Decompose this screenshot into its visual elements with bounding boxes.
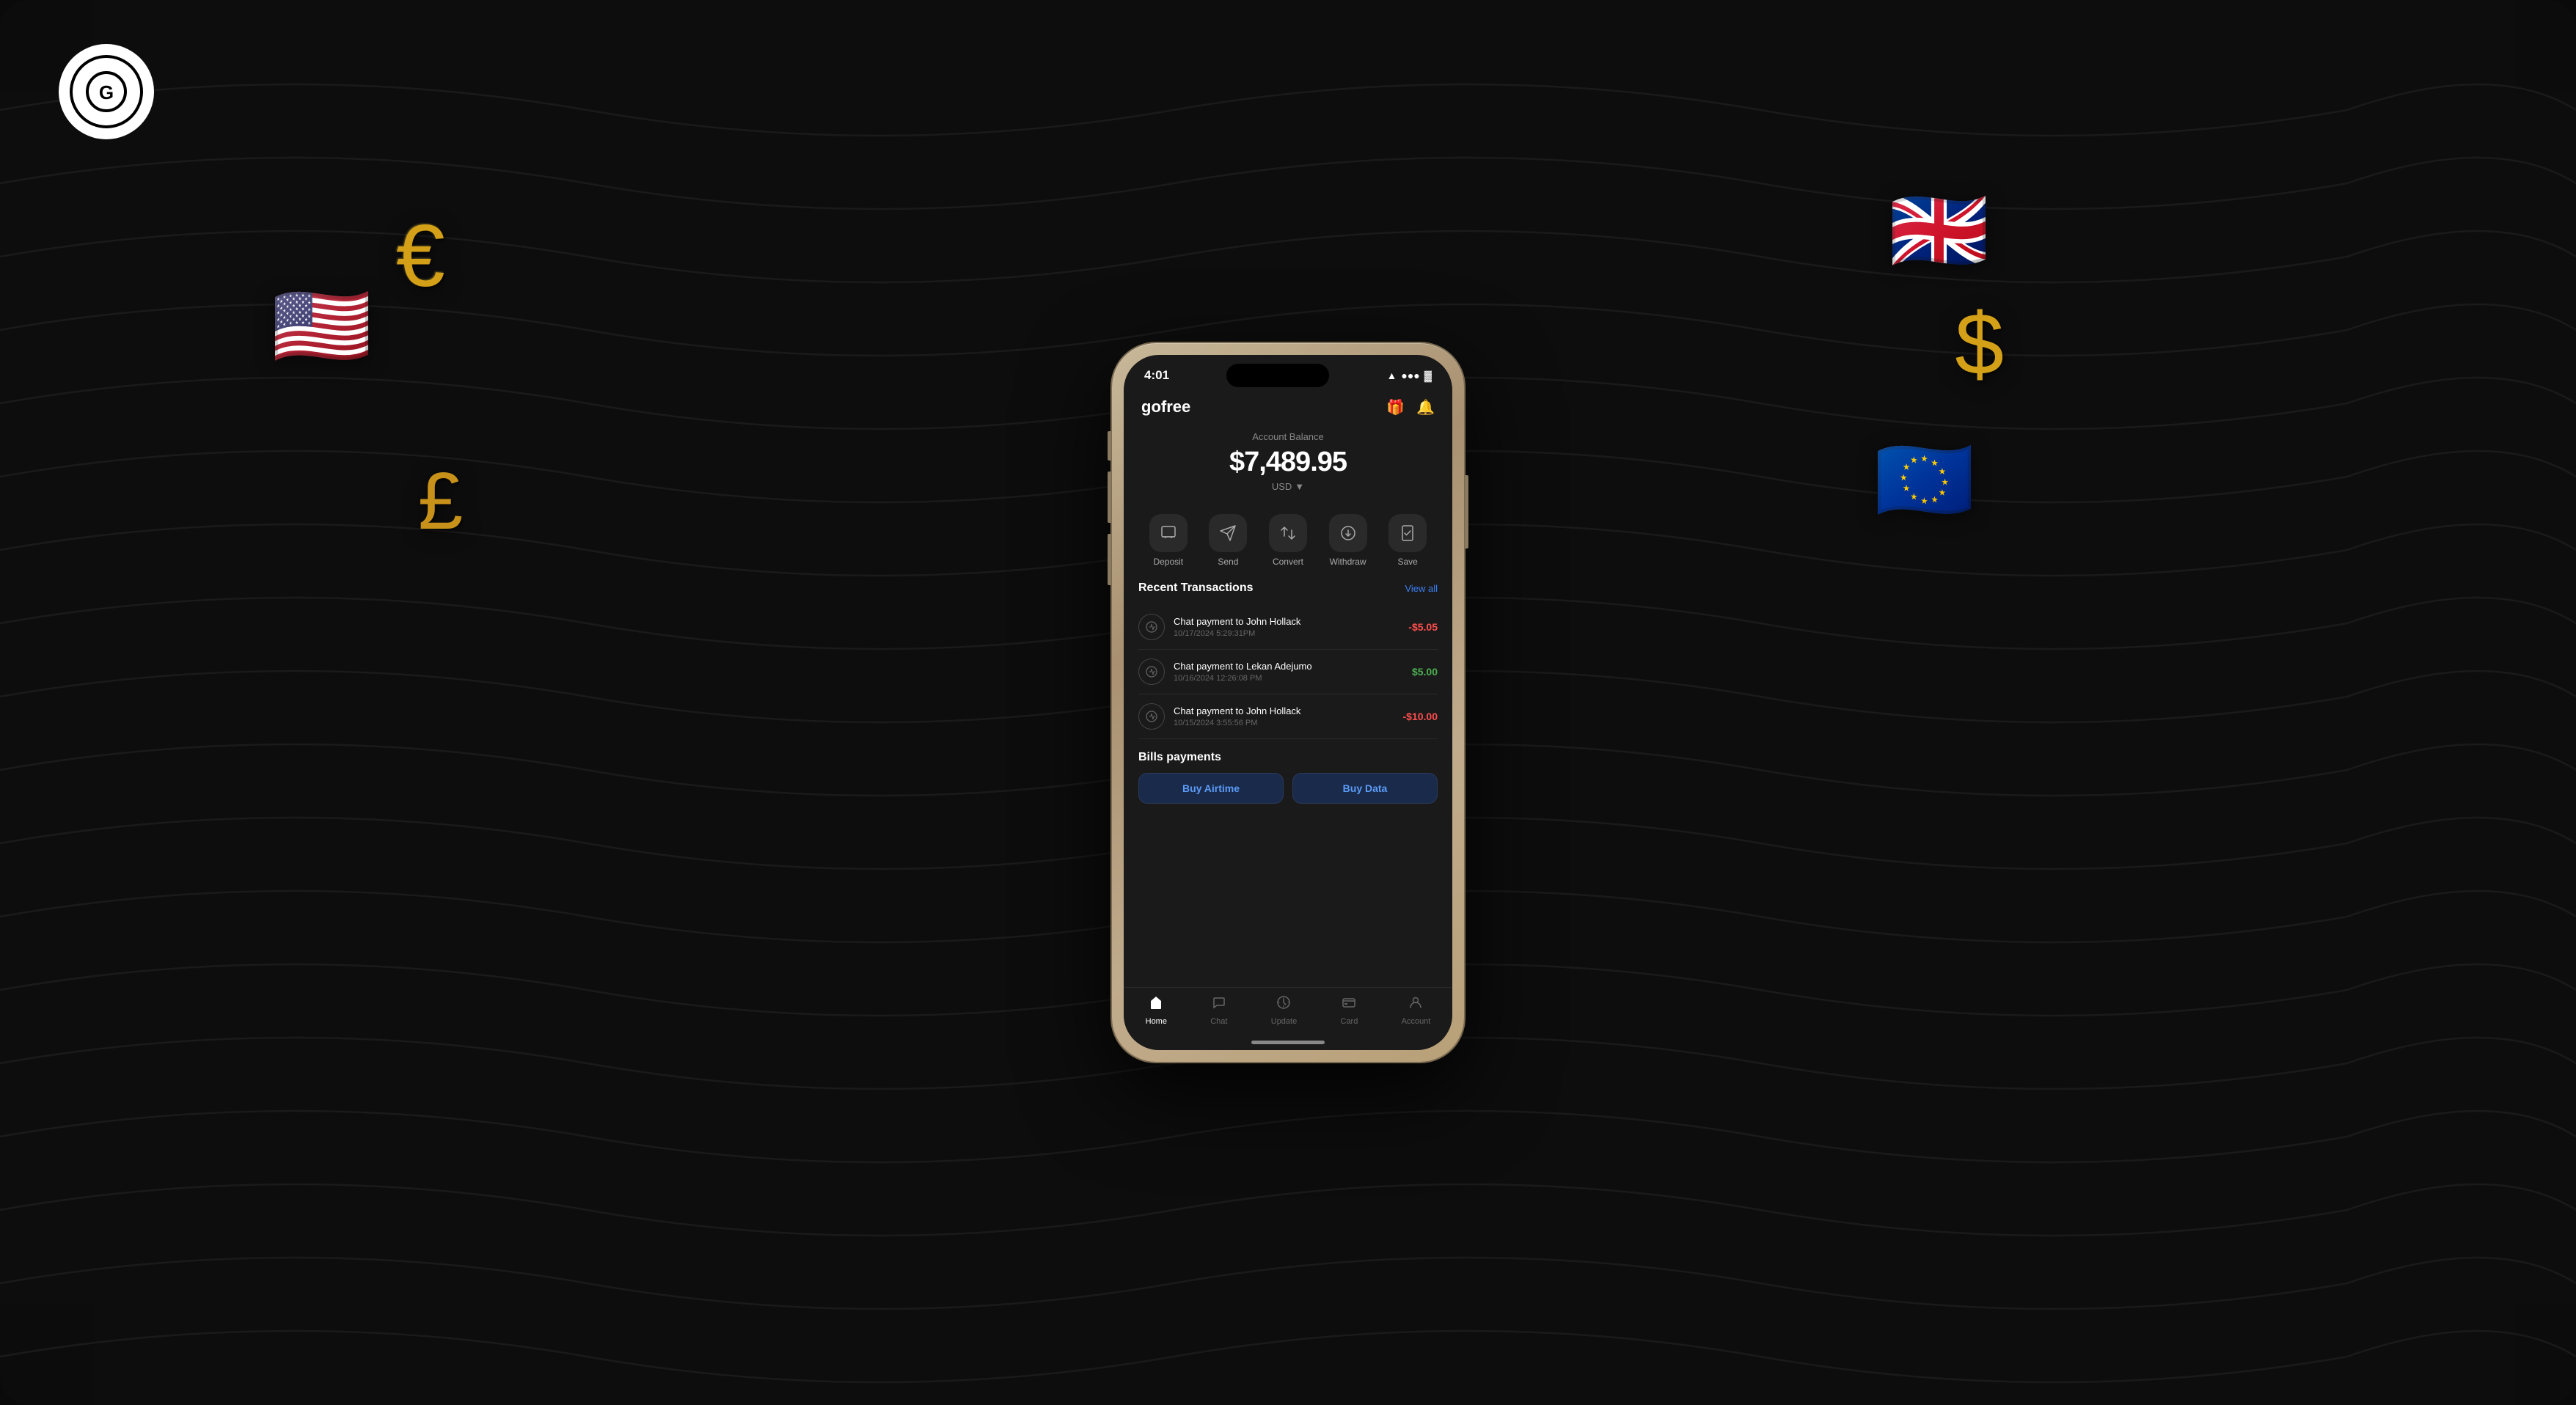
transaction-avatar [1138,659,1165,685]
transaction-amount: $5.00 [1412,666,1438,678]
withdraw-label: Withdraw [1330,557,1366,567]
eu-flag: 🇪🇺 [1874,433,1975,527]
phone-silent-button [1108,431,1111,461]
home-indicator [1251,1041,1325,1044]
nav-update-label: Update [1271,1017,1297,1026]
bills-title: Bills payments [1138,751,1438,764]
phone-volume-down [1108,534,1111,585]
balance-currency: USD ▼ [1124,481,1452,492]
home-icon [1149,995,1163,1014]
chat-icon [1212,995,1226,1014]
uk-flag: 🇬🇧 [1889,183,1989,278]
bills-section: Bills payments Buy Airtime Buy Data [1138,751,1438,804]
nav-account[interactable]: Account [1402,995,1431,1026]
pound-symbol: £ [418,455,463,548]
transaction-info: Chat payment to Lekan Adejumo 10/16/2024… [1174,661,1412,683]
nav-home[interactable]: Home [1146,995,1167,1026]
action-row: Deposit Send [1124,507,1452,582]
transaction-date: 10/17/2024 5:29:31PM [1174,629,1408,638]
balance-section: Account Balance $7,489.95 USD ▼ [1124,424,1452,507]
header-icons: 🎁 🔔 [1386,398,1435,417]
us-flag: 🇺🇸 [271,279,372,373]
account-icon [1408,995,1423,1014]
gift-icon[interactable]: 🎁 [1386,398,1405,417]
status-time: 4:01 [1144,368,1169,383]
background: G € 🇺🇸 £ 🇬🇧 $ 🇪🇺 4:01 ▲ [0,0,2576,1405]
battery-icon: ▓ [1424,370,1432,381]
transaction-item[interactable]: Chat payment to John Hollack 10/15/2024 … [1138,694,1438,739]
bell-icon[interactable]: 🔔 [1416,398,1435,417]
phone-frame: 4:01 ▲ ●●● ▓ gofree 🎁 🔔 [1112,343,1464,1062]
save-button[interactable]: Save [1388,514,1427,567]
logo-inner: G [70,55,143,128]
phone-mockup: 4:01 ▲ ●●● ▓ gofree 🎁 🔔 [1112,343,1464,1062]
transaction-info: Chat payment to John Hollack 10/15/2024 … [1174,705,1403,727]
convert-button[interactable]: Convert [1269,514,1307,567]
buy-airtime-button[interactable]: Buy Airtime [1138,773,1284,804]
phone-power-button [1465,475,1468,549]
logo: G [59,44,154,139]
currency-dropdown-icon[interactable]: ▼ [1295,481,1304,492]
nav-update[interactable]: Update [1271,995,1297,1026]
nav-home-label: Home [1146,1017,1167,1026]
convert-icon-wrap [1269,514,1307,552]
bills-row: Buy Airtime Buy Data [1138,773,1438,804]
dollar-symbol: $ [1955,293,2004,395]
update-icon [1276,995,1291,1014]
status-icons: ▲ ●●● ▓ [1387,370,1432,381]
save-icon-wrap [1388,514,1427,552]
phone-screen: 4:01 ▲ ●●● ▓ gofree 🎁 🔔 [1124,355,1452,1050]
transactions-header: Recent Transactions View all [1138,582,1438,595]
transaction-date: 10/16/2024 12:26:08 PM [1174,674,1412,683]
send-label: Send [1218,557,1238,567]
transactions-title: Recent Transactions [1138,582,1254,595]
send-button[interactable]: Send [1209,514,1247,567]
nav-card[interactable]: Card [1341,995,1358,1026]
content-area: Recent Transactions View all Chat pay [1124,582,1452,987]
nav-chat-label: Chat [1210,1017,1227,1026]
currency-label: USD [1272,481,1292,492]
withdraw-button[interactable]: Withdraw [1329,514,1367,567]
transaction-amount: -$5.05 [1408,621,1438,633]
withdraw-icon-wrap [1329,514,1367,552]
euro-symbol: € [396,205,445,307]
view-all-link[interactable]: View all [1405,583,1438,594]
deposit-icon-wrap [1149,514,1188,552]
nav-account-label: Account [1402,1017,1431,1026]
send-icon-wrap [1209,514,1247,552]
transaction-avatar [1138,614,1165,640]
transaction-date: 10/15/2024 3:55:56 PM [1174,719,1403,727]
transaction-info: Chat payment to John Hollack 10/17/2024 … [1174,616,1408,638]
nav-card-label: Card [1341,1017,1358,1026]
transaction-name: Chat payment to John Hollack [1174,616,1408,627]
app-title: gofree [1141,397,1190,417]
signal-icon: ●●● [1401,370,1419,381]
transaction-amount: -$10.00 [1403,711,1438,722]
app-header: gofree 🎁 🔔 [1124,387,1452,424]
status-bar: 4:01 ▲ ●●● ▓ [1124,355,1452,387]
balance-label: Account Balance [1124,431,1452,442]
deposit-label: Deposit [1153,557,1183,567]
bottom-nav: Home Chat [1124,987,1452,1041]
wifi-icon: ▲ [1387,370,1397,381]
phone-volume-up [1108,472,1111,523]
save-label: Save [1397,557,1417,567]
nav-chat[interactable]: Chat [1210,995,1227,1026]
balance-amount: $7,489.95 [1124,447,1452,478]
deposit-button[interactable]: Deposit [1149,514,1188,567]
transaction-name: Chat payment to John Hollack [1174,705,1403,716]
transaction-item[interactable]: Chat payment to Lekan Adejumo 10/16/2024… [1138,650,1438,694]
transaction-avatar [1138,703,1165,730]
convert-label: Convert [1273,557,1303,567]
buy-data-button[interactable]: Buy Data [1292,773,1438,804]
transaction-name: Chat payment to Lekan Adejumo [1174,661,1412,672]
dynamic-island [1226,364,1329,387]
svg-text:G: G [99,81,114,103]
transaction-item[interactable]: Chat payment to John Hollack 10/17/2024 … [1138,605,1438,650]
card-icon [1342,995,1356,1014]
